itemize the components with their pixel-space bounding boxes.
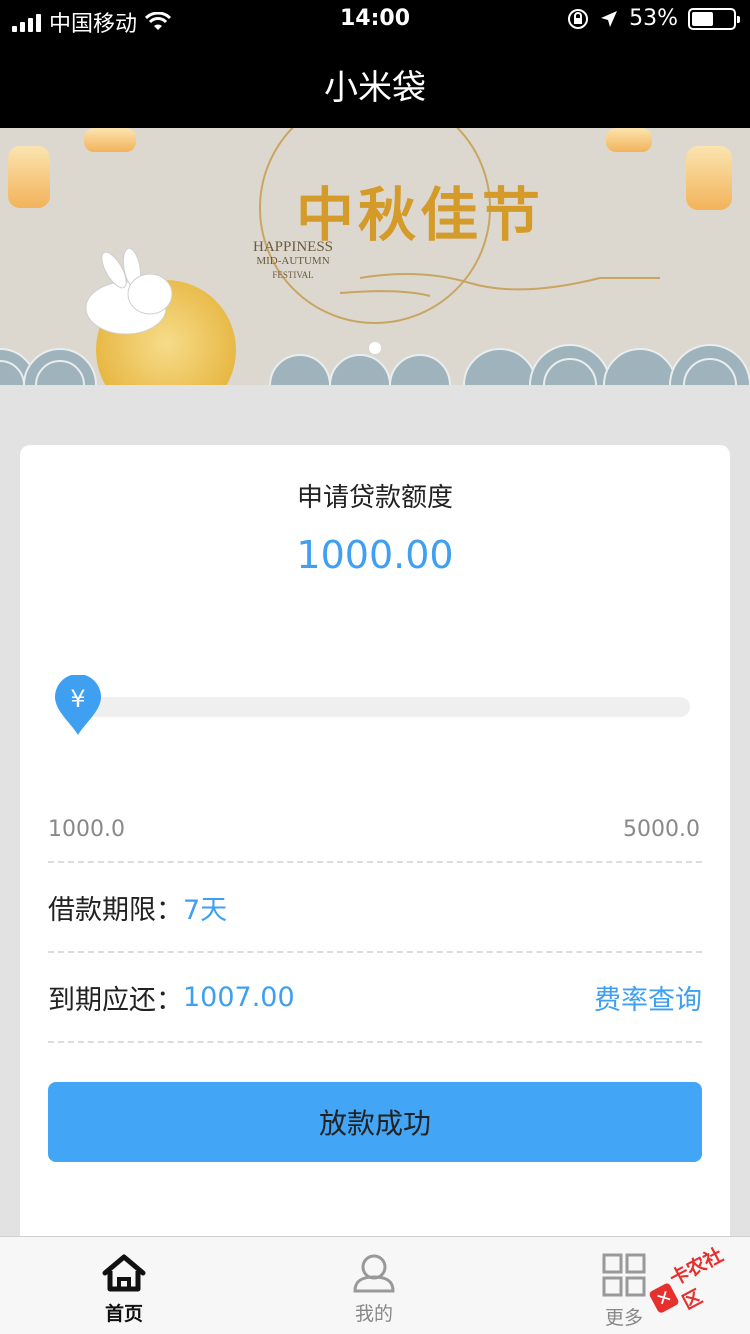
- term-value: 7天: [183, 894, 228, 926]
- slider-thumb-icon[interactable]: ¥: [53, 675, 103, 737]
- divider: [48, 1041, 702, 1043]
- nav-bar: 小米袋: [0, 40, 750, 128]
- battery-icon: [688, 7, 740, 30]
- tab-mine[interactable]: 我的: [294, 1237, 454, 1334]
- loan-title: 申请贷款额度: [296, 483, 453, 513]
- divider: [48, 951, 702, 953]
- orientation-lock-icon: [568, 8, 589, 29]
- submit-button[interactable]: 放款成功: [48, 1082, 702, 1162]
- tab-label: 更多: [604, 1307, 643, 1329]
- banner-subtitle: HAPPINESS MID-AUTUMN FESTIVAL: [252, 239, 334, 281]
- loan-card: 申请贷款额度 1000.00 ¥ 1000.0 5000.0 借款期限： 7天 …: [20, 445, 730, 1265]
- rate-query-link[interactable]: 费率查询: [594, 978, 702, 1017]
- divider: [48, 861, 702, 863]
- page-title: 小米袋: [324, 67, 426, 108]
- range-min: 1000.0: [48, 817, 125, 842]
- amount-slider-track[interactable]: [70, 697, 690, 717]
- term-row: 借款期限： 7天: [48, 887, 702, 927]
- tab-home[interactable]: 首页: [44, 1237, 204, 1334]
- due-row: 到期应还： 1007.00 费率查询: [48, 977, 702, 1017]
- due-value: 1007.00: [183, 981, 295, 1013]
- tab-label: 我的: [354, 1303, 393, 1325]
- term-label: 借款期限：: [48, 894, 183, 926]
- home-icon: [102, 1254, 146, 1292]
- location-arrow-icon: [601, 10, 618, 27]
- loan-amount: 1000.00: [296, 533, 454, 577]
- due-label: 到期应还：: [48, 984, 183, 1016]
- svg-text:¥: ¥: [70, 685, 85, 713]
- carousel-dot[interactable]: [369, 342, 381, 354]
- tab-label: 首页: [104, 1303, 143, 1325]
- user-icon: [353, 1254, 395, 1293]
- grid-icon: [602, 1253, 646, 1297]
- range-max: 5000.0: [623, 817, 700, 842]
- battery-percent: 53%: [629, 6, 678, 31]
- status-bar: 中国移动 14:00 53%: [0, 0, 750, 40]
- tab-bar: 首页 我的 更多: [0, 1236, 750, 1334]
